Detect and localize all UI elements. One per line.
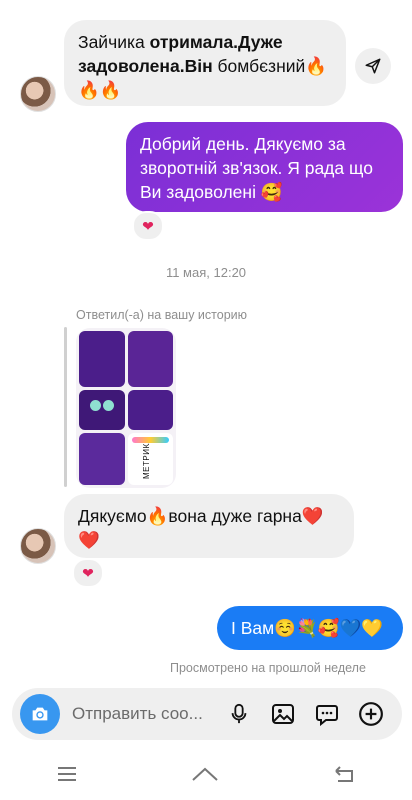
sticker-icon: [316, 705, 338, 726]
story-thumbnail[interactable]: МЕТРИКА: [76, 328, 176, 488]
message-text: Зайчика: [78, 32, 150, 52]
message-text: Добрий день. Дякуємо за зворотній зв'язо…: [140, 134, 373, 202]
gallery-icon: [272, 704, 294, 724]
outgoing-message[interactable]: І Вам☺️💐🥰💙💛: [217, 606, 403, 650]
heart-reaction[interactable]: ❤: [132, 211, 164, 241]
story-reply-bar: [64, 327, 67, 487]
sticker-button[interactable]: [312, 702, 342, 726]
story-image-tile: [79, 331, 125, 387]
heart-reaction[interactable]: ❤: [72, 558, 104, 588]
microphone-button[interactable]: [224, 702, 254, 726]
home-nav-button[interactable]: [191, 765, 219, 788]
microphone-icon: [231, 703, 247, 724]
story-reply-label: Ответил(-а) на вашу историю: [76, 308, 248, 322]
back-nav-button[interactable]: [332, 765, 356, 788]
message-composer: Отправить соо...: [12, 688, 402, 740]
story-image-tile: МЕТРИКА: [128, 433, 173, 485]
camera-button[interactable]: [20, 694, 60, 734]
system-navbar: [0, 756, 412, 796]
menu-icon: [58, 766, 77, 781]
heart-icon: ❤: [82, 564, 94, 581]
home-icon: [192, 767, 218, 781]
plus-icon: [359, 702, 383, 726]
heart-icon: ❤: [142, 217, 154, 234]
back-icon: [334, 765, 353, 782]
story-image-tile: [128, 331, 173, 387]
outgoing-message[interactable]: Добрий день. Дякуємо за зворотній зв'язо…: [126, 122, 403, 212]
story-image-tile: [128, 390, 173, 430]
menu-nav-button[interactable]: [56, 766, 78, 787]
story-label: МЕТРИКА: [142, 437, 151, 479]
camera-icon: [32, 707, 48, 721]
message-text: І Вам☺️💐🥰💙💛: [231, 618, 384, 638]
avatar[interactable]: [20, 76, 56, 112]
message-text: Дякуємо🔥вона дуже гарна❤️❤️: [78, 506, 324, 550]
bunny-eyes: [90, 400, 116, 416]
seen-status: Просмотрено на прошлой неделе: [170, 661, 366, 675]
gallery-button[interactable]: [268, 702, 298, 726]
incoming-message[interactable]: Зайчика отримала.Дуже задоволена.Він бом…: [64, 20, 346, 106]
timestamp: 11 мая, 12:20: [165, 265, 247, 280]
message-input[interactable]: Отправить соо...: [72, 704, 212, 724]
story-image-tile: [79, 433, 125, 485]
share-icon: [365, 58, 381, 74]
avatar[interactable]: [20, 528, 56, 564]
plus-button[interactable]: [356, 701, 386, 727]
share-button[interactable]: [355, 48, 391, 84]
incoming-message[interactable]: Дякуємо🔥вона дуже гарна❤️❤️: [64, 494, 354, 558]
